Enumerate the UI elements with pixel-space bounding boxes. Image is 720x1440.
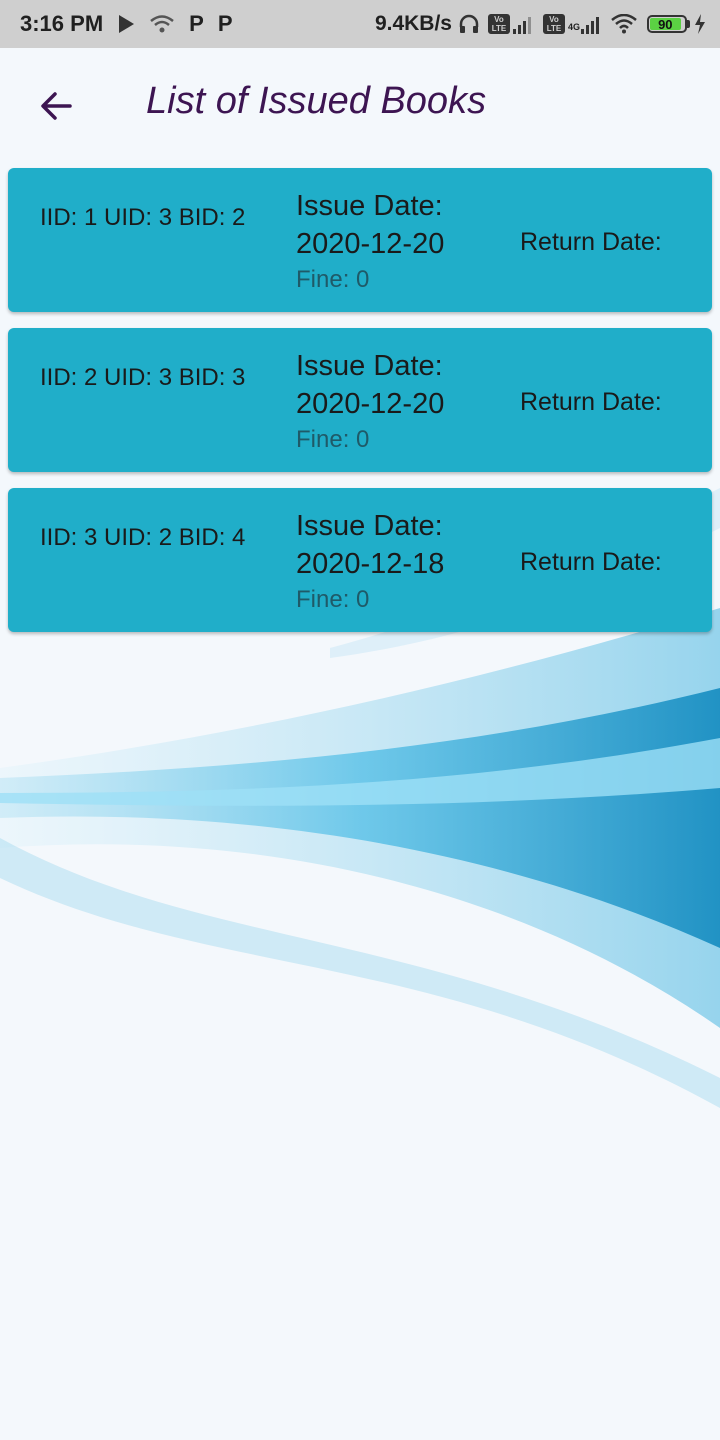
back-button[interactable]: [28, 78, 84, 134]
issue-date-value: 2020-12-20: [296, 228, 445, 260]
issue-date-label: Issue Date:: [296, 510, 443, 542]
issue-ids: IID: 2 UID: 3 BID: 3: [40, 364, 246, 391]
signal-icon: [581, 14, 601, 34]
issue-card[interactable]: IID: 2 UID: 3 BID: 3 Issue Date: 2020-12…: [8, 328, 712, 472]
fine-text: Fine: 0: [296, 266, 370, 293]
issue-card[interactable]: IID: 1 UID: 3 BID: 2 Issue Date: 2020-12…: [8, 168, 712, 312]
issue-ids: IID: 3 UID: 2 BID: 4: [40, 524, 246, 551]
network-speed: 9.4KB/s: [374, 12, 452, 35]
parking-p-icon: P: [189, 11, 204, 36]
issue-date-label: Issue Date:: [296, 190, 443, 222]
app-bar: List of Issued Books: [0, 48, 720, 160]
battery-indicator: 90: [647, 15, 690, 33]
charging-bolt-icon: [694, 14, 706, 34]
headphones-icon: [458, 13, 480, 35]
issue-ids: IID: 1 UID: 3 BID: 2: [40, 204, 246, 231]
wifi-icon: [611, 14, 637, 34]
signal-icon: [512, 14, 533, 34]
issue-date-value: 2020-12-18: [296, 548, 445, 580]
arrow-left-icon: [41, 92, 72, 120]
issue-card[interactable]: IID: 3 UID: 2 BID: 4 Issue Date: 2020-12…: [8, 488, 712, 632]
status-bar: 3:16 PM P P 9.4KB/s Vo LTE Vo LTE 4G 90: [0, 0, 720, 48]
issue-date-value: 2020-12-20: [296, 388, 445, 420]
return-date-label: Return Date:: [520, 388, 662, 416]
volte-icon: Vo LTE: [542, 14, 565, 34]
play-icon: [117, 14, 135, 34]
wifi-hotspot-icon: [149, 14, 175, 34]
status-time: 3:16 PM: [20, 11, 104, 36]
fine-text: Fine: 0: [296, 586, 370, 613]
fine-text: Fine: 0: [296, 426, 370, 453]
page-title: List of Issued Books: [146, 80, 487, 122]
return-date-label: Return Date:: [520, 548, 662, 576]
return-date-label: Return Date:: [520, 228, 662, 256]
issue-date-label: Issue Date:: [296, 350, 443, 382]
battery-level: 90: [650, 17, 681, 32]
parking-p-icon: P: [217, 11, 233, 36]
issued-books-list: IID: 1 UID: 3 BID: 2 Issue Date: 2020-12…: [8, 168, 712, 648]
network-type: 4G: [567, 22, 580, 32]
volte-icon: Vo LTE: [487, 14, 510, 34]
